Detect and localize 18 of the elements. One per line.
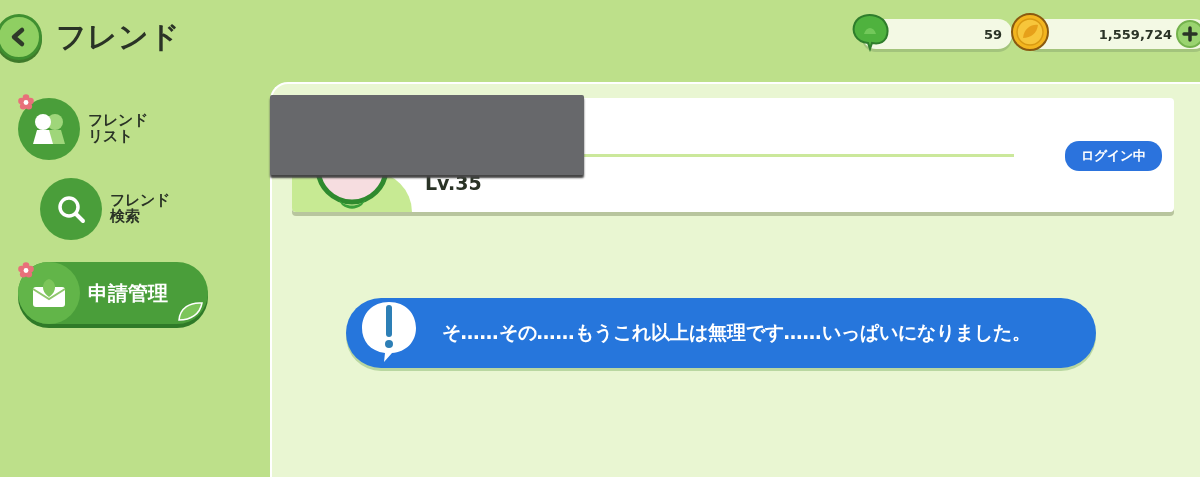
plus-icon [1182,26,1198,42]
add-button[interactable] [1176,20,1200,48]
leaf-icon [176,300,204,322]
page-title: フレンド [56,17,180,56]
menu-label: フレンド検索 [110,193,171,225]
coin-icon [1010,12,1050,52]
envelope-leaf-icon [30,277,68,309]
sidebar-item[interactable]: フレンド検索 [40,174,172,244]
menu-label: 申請管理 [88,282,168,304]
currency-amount: 59 [983,26,1002,42]
toast-text: そ……その……もうこれ以上は無理です……いっぱいになりました。 [440,320,1032,346]
menu-label: フレンドリスト [88,113,149,145]
level-text: Lv.35 [425,172,482,194]
search-icon [56,194,86,224]
currency-amount: 1,559,724 [1098,26,1172,42]
online-status-badge: ログイン中 [1065,141,1162,171]
back-button[interactable] [0,14,42,60]
sidebar-item[interactable]: フレンドリスト [18,94,150,164]
